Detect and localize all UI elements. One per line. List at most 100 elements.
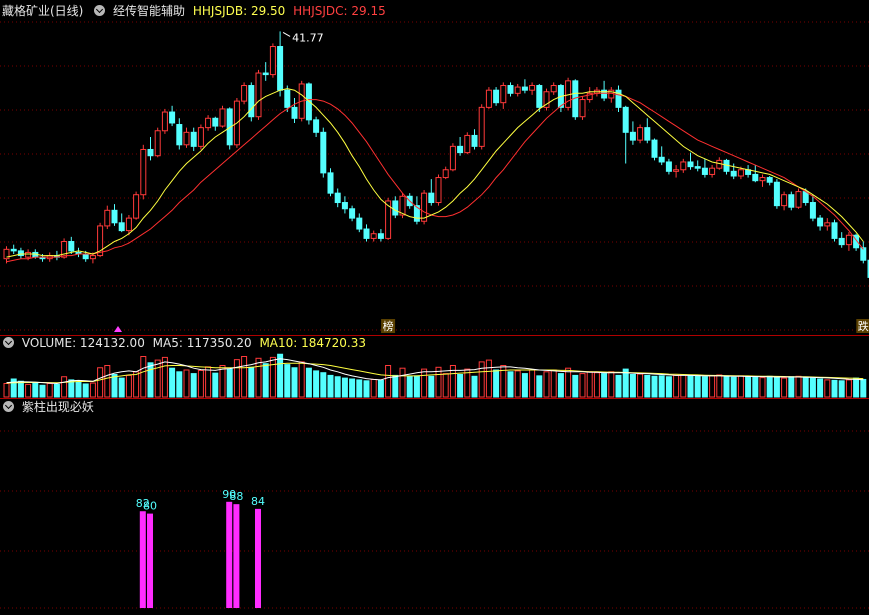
volume-bar: [377, 379, 384, 398]
volume-bar: [651, 375, 658, 398]
candle-body: [212, 117, 219, 127]
candle-body: [464, 134, 471, 154]
volume-bar: [608, 371, 615, 398]
volume-bar: [291, 367, 298, 398]
candle-body: [262, 72, 269, 76]
volume-bar: [809, 377, 816, 398]
volume-bar: [781, 377, 788, 398]
peak-pointer: [282, 31, 291, 37]
candle-body: [377, 233, 384, 239]
candle-body: [147, 148, 154, 157]
volume-bar: [413, 375, 420, 398]
candle-body: [521, 86, 528, 91]
volume-bar: [572, 374, 579, 398]
candle-body: [759, 177, 766, 182]
candle-body: [118, 222, 125, 232]
volume-bar: [3, 383, 10, 398]
volume-bar: [370, 378, 377, 398]
candle-body: [104, 209, 111, 227]
candle-body: [579, 99, 586, 118]
signal-value-label: 88: [229, 490, 243, 503]
volume-bar: [586, 371, 593, 398]
candle-body: [529, 85, 536, 91]
volume-bar: [183, 369, 190, 398]
volume-bar: [593, 372, 600, 398]
volume-bar: [579, 373, 586, 398]
volume-bar: [82, 383, 89, 398]
volume-bar: [694, 375, 701, 398]
volume-bar: [32, 382, 39, 398]
candle-body: [241, 85, 248, 102]
volume-bar: [140, 356, 147, 398]
candle-body: [327, 172, 334, 194]
buy-marker-icon: [114, 326, 122, 332]
volume-bar: [644, 374, 651, 398]
volume-bar: [341, 377, 348, 398]
fall-tag-label: 跌: [858, 319, 869, 333]
candle-body: [140, 148, 147, 196]
candle-body: [500, 85, 507, 104]
candle-body: [82, 253, 89, 260]
candle-body: [629, 131, 636, 141]
volume-bar: [39, 384, 46, 398]
candle-body: [449, 145, 456, 171]
candle-body: [752, 173, 759, 182]
volume-bar: [349, 378, 356, 398]
volume-bar: [97, 367, 104, 398]
volume-bar: [442, 373, 449, 398]
volume-bar: [665, 376, 672, 398]
volume-bar: [161, 356, 168, 398]
volume-bar: [557, 373, 564, 398]
candle-body: [536, 85, 543, 108]
candle-body: [125, 217, 132, 232]
signal-value-label: 84: [251, 495, 265, 508]
peak-price-label: 41.77: [292, 31, 324, 44]
volume-bar: [248, 366, 255, 398]
candle-body: [197, 127, 204, 147]
candle-body: [694, 166, 701, 169]
candle-body: [687, 161, 694, 168]
volume-bar: [89, 382, 96, 398]
candle-body: [658, 156, 665, 163]
candle-body: [773, 181, 780, 207]
candle-body: [435, 177, 442, 204]
candle-body: [478, 106, 485, 147]
signal-bar: [233, 504, 240, 608]
volume-bar: [269, 356, 276, 398]
signal-bar: [139, 511, 146, 608]
candle-body: [133, 194, 140, 219]
candle-body: [334, 192, 341, 204]
volume-bar: [737, 375, 744, 398]
volume-bar: [543, 371, 550, 398]
candle-body: [320, 131, 327, 174]
candle-body: [507, 85, 514, 94]
candle-body: [169, 111, 176, 124]
candle-body: [471, 134, 478, 147]
volume-bar: [471, 375, 478, 398]
candle-body: [781, 194, 788, 207]
candle-body: [485, 89, 492, 108]
candle-body: [622, 106, 629, 133]
signal-bar: [226, 501, 233, 608]
volume-bar: [716, 374, 723, 398]
volume-bar: [457, 374, 464, 398]
volume-bar: [205, 366, 212, 398]
volume-bar: [176, 371, 183, 398]
candle-body: [788, 194, 795, 208]
volume-bar: [788, 376, 795, 398]
volume-bar: [550, 369, 557, 398]
candle-body: [277, 46, 284, 91]
volume-bar: [313, 370, 320, 398]
volume-bar: [399, 367, 406, 398]
volume-bar: [485, 359, 492, 398]
candle-body: [356, 217, 363, 230]
volume-bar: [860, 378, 867, 398]
volume-bar: [406, 375, 413, 398]
candle-body: [183, 131, 190, 146]
candle-body: [111, 209, 118, 224]
candle-body: [795, 191, 802, 208]
candle-body: [291, 106, 298, 119]
volume-bar: [53, 383, 60, 398]
volume-bar: [104, 365, 111, 398]
candle-body: [673, 169, 680, 172]
